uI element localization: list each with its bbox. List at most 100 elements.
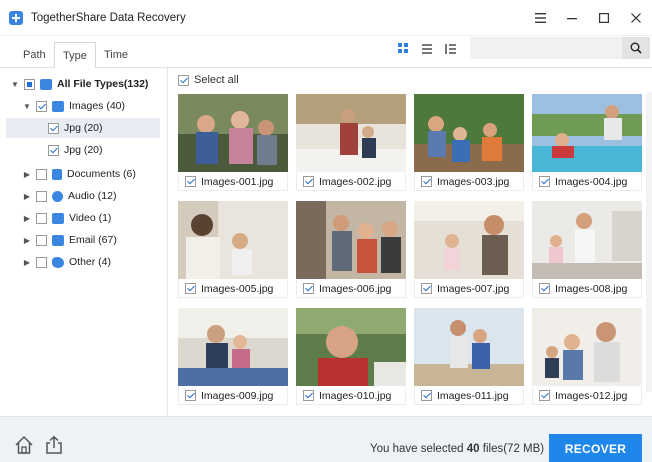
file-name: Images-005.jpg (201, 282, 274, 295)
chevron-down-icon[interactable]: ▼ (10, 80, 20, 89)
file-name: Images-007.jpg (437, 282, 510, 295)
image-thumbnail[interactable]: Images-001.jpg (178, 94, 288, 192)
search-input[interactable] (470, 37, 622, 59)
thumbnail-label: Images-003.jpg (414, 173, 524, 191)
tab-time[interactable]: Time (96, 42, 136, 68)
home-icon[interactable] (14, 435, 34, 455)
tree-item-audio[interactable]: ▶ Audio (12) (22, 186, 162, 206)
thumbnail-checkbox[interactable] (421, 283, 432, 294)
window-controls (524, 0, 652, 36)
photo-preview (532, 94, 642, 172)
chevron-right-icon[interactable]: ▶ (22, 258, 32, 267)
file-name: Images-009.jpg (201, 389, 274, 402)
select-all[interactable]: Select all (178, 73, 239, 87)
thumbnail-checkbox[interactable] (185, 283, 196, 294)
tree-item-documents[interactable]: ▶ Documents (6) (22, 164, 162, 184)
file-name: Images-002.jpg (319, 175, 392, 188)
thumbnail-checkbox[interactable] (303, 283, 314, 294)
image-thumbnail[interactable]: Images-012.jpg (532, 308, 642, 406)
tree-item-video[interactable]: ▶ Video (1) (22, 208, 162, 228)
menu-icon[interactable] (524, 0, 556, 36)
chevron-right-icon[interactable]: ▶ (22, 236, 32, 245)
image-folder-icon (52, 100, 64, 112)
status-suffix: files(72 MB) (482, 443, 545, 455)
chevron-right-icon[interactable]: ▶ (22, 170, 32, 179)
tree-item-label: Email (67) (69, 234, 117, 246)
chevron-right-icon[interactable]: ▶ (22, 214, 32, 223)
thumbnail-checkbox[interactable] (303, 390, 314, 401)
checkbox[interactable] (48, 122, 59, 134)
footer-bar: You have selected 40 files(72 MB) RECOVE… (0, 416, 652, 462)
image-thumbnail[interactable]: Images-008.jpg (532, 201, 642, 299)
thumbnail-checkbox[interactable] (421, 390, 432, 401)
thumbnail-label: Images-011.jpg (414, 387, 524, 405)
tree-item-label: Images (40) (69, 100, 126, 112)
list-view-icon[interactable] (420, 42, 436, 58)
image-thumbnail[interactable]: Images-011.jpg (414, 308, 524, 406)
email-icon (52, 234, 64, 246)
search-button[interactable] (622, 37, 650, 59)
thumbnail-checkbox[interactable] (421, 176, 432, 187)
scrollbar[interactable] (646, 92, 652, 392)
selected-count: 40 (466, 443, 480, 455)
thumbnail-label: Images-009.jpg (178, 387, 288, 405)
tree-item-email[interactable]: ▶ Email (67) (22, 230, 162, 250)
chevron-right-icon[interactable]: ▶ (22, 192, 32, 201)
chevron-down-icon[interactable]: ▼ (22, 102, 32, 111)
thumbnail-label: Images-006.jpg (296, 280, 406, 298)
tree-item-images[interactable]: ▼ Images (40) (22, 96, 162, 116)
checkbox[interactable] (36, 100, 47, 112)
photo-preview (414, 308, 524, 386)
photo-preview (178, 201, 288, 279)
tree-item-jpg[interactable]: Jpg (20) (6, 140, 160, 160)
thumbnail-label: Images-008.jpg (532, 280, 642, 298)
checkbox[interactable] (36, 234, 47, 246)
checkbox[interactable] (24, 78, 35, 90)
image-thumbnail[interactable]: Images-009.jpg (178, 308, 288, 406)
thumbnail-checkbox[interactable] (539, 283, 550, 294)
image-thumbnail[interactable]: Images-006.jpg (296, 201, 406, 299)
checkbox[interactable] (48, 144, 59, 156)
document-icon (52, 168, 62, 180)
close-icon[interactable] (620, 0, 652, 36)
image-thumbnail[interactable]: Images-002.jpg (296, 94, 406, 192)
select-all-checkbox[interactable] (178, 74, 189, 86)
tab-type[interactable]: Type (54, 42, 96, 69)
file-name: Images-008.jpg (555, 282, 628, 295)
select-all-label: Select all (194, 74, 239, 86)
checkbox[interactable] (36, 168, 47, 180)
image-thumbnail[interactable]: Images-007.jpg (414, 201, 524, 299)
tree-item-label: Jpg (20) (64, 122, 103, 134)
grid-view-icon[interactable] (397, 42, 413, 58)
checkbox[interactable] (36, 190, 47, 202)
checkbox[interactable] (36, 256, 47, 268)
minimize-icon[interactable] (556, 0, 588, 36)
checkbox[interactable] (36, 212, 47, 224)
file-name: Images-001.jpg (201, 175, 274, 188)
monitor-icon (40, 78, 52, 90)
tree-item-jpg-selected[interactable]: Jpg (20) (6, 118, 160, 138)
search-icon (630, 42, 642, 54)
photo-preview (414, 94, 524, 172)
maximize-icon[interactable] (588, 0, 620, 36)
image-thumbnail[interactable]: Images-003.jpg (414, 94, 524, 192)
tab-path[interactable]: Path (15, 42, 54, 68)
photo-preview (532, 308, 642, 386)
image-thumbnail[interactable]: Images-010.jpg (296, 308, 406, 406)
tree-item-other[interactable]: ▶ Other (4) (22, 252, 162, 272)
thumbnail-checkbox[interactable] (185, 176, 196, 187)
recover-button[interactable]: RECOVER (549, 434, 642, 462)
export-icon[interactable] (44, 435, 64, 455)
tree-item-all-file-types[interactable]: ▼ All File Types(132) (10, 74, 165, 94)
image-thumbnail[interactable]: Images-004.jpg (532, 94, 642, 192)
detail-view-icon[interactable] (443, 42, 459, 58)
thumbnail-checkbox[interactable] (303, 176, 314, 187)
image-thumbnail[interactable]: Images-005.jpg (178, 201, 288, 299)
thumbnail-checkbox[interactable] (539, 176, 550, 187)
photo-preview (296, 94, 406, 172)
other-files-icon (52, 256, 64, 268)
tree-item-label: Video (1) (69, 212, 112, 224)
thumbnail-checkbox[interactable] (185, 390, 196, 401)
app-title: TogetherShare Data Recovery (31, 11, 186, 24)
thumbnail-checkbox[interactable] (539, 390, 550, 401)
